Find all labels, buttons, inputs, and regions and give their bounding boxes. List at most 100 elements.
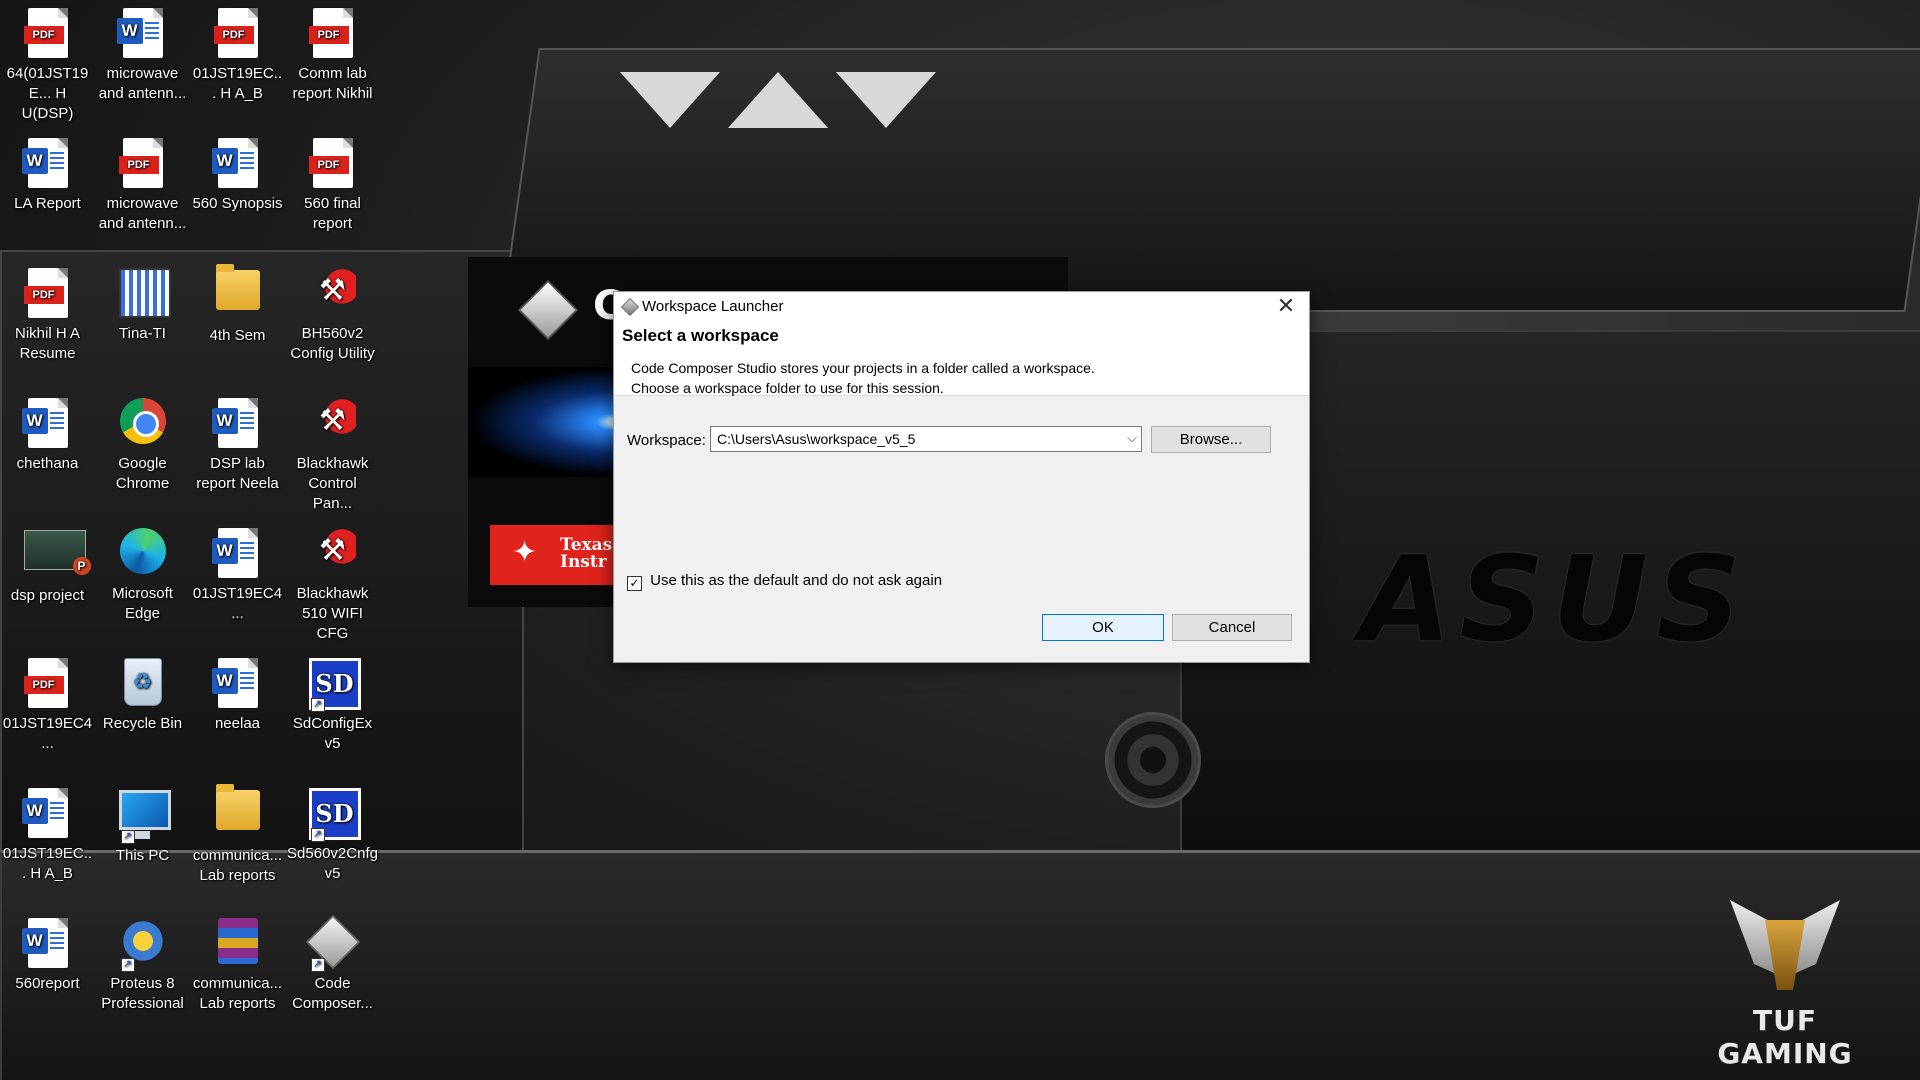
desktop-icon[interactable]: W 560report: [0, 910, 95, 994]
tuf-gaming-text: TUF GAMING: [1717, 1004, 1853, 1070]
word-icon: W: [21, 138, 72, 190]
chrome-icon: [119, 398, 167, 450]
word-icon: W: [211, 138, 262, 190]
workspace-label: Workspace:: [627, 432, 706, 449]
pdf-icon: PDF: [23, 658, 72, 710]
desktop-icon[interactable]: PDF 560 final report: [285, 130, 380, 234]
desktop-icon[interactable]: W LA Report: [0, 130, 95, 214]
tool-icon: ⚒: [309, 268, 357, 320]
desktop-icon-label: Microsoft Edge: [112, 585, 173, 622]
close-button[interactable]: ✕: [1263, 292, 1309, 322]
tuf-gaming-logo: TUF GAMING: [1700, 890, 1870, 1070]
workspace-path-value[interactable]: C:\Users\Asus\workspace_v5_5: [717, 431, 915, 447]
desktop-icon[interactable]: ↗ This PC: [95, 780, 190, 866]
header-line: Choose a workspace folder to use for thi…: [631, 380, 944, 396]
desktop-icon[interactable]: Tina-TI: [95, 260, 190, 344]
desktop-icon[interactable]: W 560 Synopsis: [190, 130, 285, 214]
desktop-icon[interactable]: Google Chrome: [95, 390, 190, 494]
desktop-icon-label: Comm lab report Nikhil: [292, 65, 373, 102]
desktop-icon-label: 01JST19EC... H A_B: [2, 845, 93, 882]
cancel-button[interactable]: Cancel: [1172, 614, 1292, 641]
desktop-icon-label: microwave and antenn...: [98, 65, 187, 102]
word-icon: W: [211, 528, 262, 580]
desktop-icon-label: Code Composer...: [292, 975, 373, 1012]
desktop-icon-label: dsp project: [10, 587, 85, 604]
desktop-icon[interactable]: ↗ Proteus 8 Professional: [95, 910, 190, 1014]
desktop-icon-label: 4th Sem: [209, 327, 266, 344]
desktop-icon[interactable]: ⚒ Blackhawk 510 WIFI CFG: [285, 520, 380, 644]
desktop-icon[interactable]: W 01JST19EC... H A_B: [0, 780, 95, 884]
desktop-icon[interactable]: PDF 01JST19EC4...: [0, 650, 95, 754]
speaker-graphic: [1105, 712, 1201, 808]
desktop-icon[interactable]: SD ↗ SdConfigEx v5: [285, 650, 380, 754]
desktop-icon[interactable]: ⚒ Blackhawk Control Pan...: [285, 390, 380, 514]
workspace-combobox[interactable]: C:\Users\Asus\workspace_v5_5 ⌵: [710, 426, 1142, 452]
header-title: Select a workspace: [622, 326, 779, 345]
desktop-icon[interactable]: 4th Sem: [190, 260, 285, 346]
desktop-icon[interactable]: PDF Nikhil H A Resume: [0, 260, 95, 364]
desktop-icon[interactable]: Microsoft Edge: [95, 520, 190, 624]
proteus-icon: ↗: [119, 918, 167, 972]
default-checkbox[interactable]: ✓: [627, 576, 642, 591]
desktop-icon[interactable]: Wneelaa: [190, 650, 285, 734]
ok-button[interactable]: OK: [1042, 614, 1164, 641]
browse-button[interactable]: Browse...: [1151, 426, 1271, 453]
desktop-icon[interactable]: PDF microwave and antenn...: [95, 130, 190, 234]
desktop-icon[interactable]: ♻ Recycle Bin: [95, 650, 190, 734]
sd-icon: SD ↗: [308, 788, 361, 842]
desktop-icon[interactable]: ↗ Code Composer...: [285, 910, 380, 1014]
desktop-icon-label: DSP lab report Neela: [196, 455, 279, 492]
desktop-icon-label: 01JST19EC4...: [2, 715, 93, 752]
desktop-icon[interactable]: communica... Lab reports: [190, 780, 285, 886]
desktop-icon-label: Blackhawk 510 WIFI CFG: [296, 585, 369, 642]
desktop-icon-label: BH560v2 Config Utility: [290, 325, 375, 362]
header-line: Code Composer Studio stores your project…: [631, 360, 1095, 376]
desktop-icon-label: SdConfigEx v5: [292, 715, 373, 752]
desktop-icon-label: communica... Lab reports: [192, 975, 283, 1012]
folder-icon: [214, 784, 262, 842]
desktop-icon-label: communica... Lab reports: [192, 847, 283, 884]
tina-icon: [118, 268, 171, 320]
desktop-icon-label: Sd560v2Cnfg v5: [287, 845, 378, 882]
word-icon: W: [21, 398, 72, 450]
desktop-icon-label: 64(01JST19E... H U(DSP): [6, 65, 89, 122]
word-icon: W: [21, 788, 72, 840]
pdf-icon: PDF: [308, 138, 357, 190]
pc-icon: ↗: [118, 790, 171, 844]
close-icon: ✕: [1276, 293, 1296, 318]
pdf-icon: PDF: [213, 8, 262, 60]
bin-icon: ♻: [119, 658, 167, 710]
cube-icon: ↗: [305, 914, 360, 972]
wallpaper-arrows: [620, 72, 936, 128]
ccs-cube-icon: [517, 279, 579, 341]
desktop-icon-label: Recycle Bin: [102, 715, 183, 732]
desktop-icon[interactable]: W 01JST19EC4...: [190, 520, 285, 624]
tool-icon: ⚒: [309, 528, 357, 580]
desktop-icon[interactable]: PDF Comm lab report Nikhil: [285, 0, 380, 104]
desktop-icon[interactable]: W DSP lab report Neela: [190, 390, 285, 494]
desktop-icon-label: This PC: [115, 847, 170, 864]
desktop-icon[interactable]: Wmicrowave and antenn...: [95, 0, 190, 104]
desktop-icon[interactable]: communica... Lab reports: [190, 910, 285, 1014]
folder-icon: [214, 264, 262, 322]
dialog-header: Select a workspace Code Composer Studio …: [614, 322, 1309, 396]
header-description: Code Composer Studio stores your project…: [631, 358, 1095, 398]
tool-icon: ⚒: [309, 398, 357, 450]
desktop-icon[interactable]: ⚒ BH560v2 Config Utility: [285, 260, 380, 364]
desktop-icon-label: Tina-TI: [119, 325, 166, 342]
word-icon: W: [211, 658, 262, 710]
desktop-icon[interactable]: PDF 64(01JST19E... H U(DSP): [0, 0, 95, 124]
default-checkbox-row[interactable]: ✓ Use this as the default and do not ask…: [627, 572, 942, 591]
desktop-icon[interactable]: SD ↗ Sd560v2Cnfg v5: [285, 780, 380, 884]
desktop-icon[interactable]: PDF 01JST19EC... H A_B: [190, 0, 285, 104]
desktop-icon[interactable]: Wchethana: [0, 390, 95, 474]
dialog-titlebar[interactable]: Workspace Launcher ✕: [614, 292, 1309, 322]
desktop-icon-label: Proteus 8 Professional: [101, 975, 184, 1012]
desktop-icon-label: microwave and antenn...: [98, 195, 187, 232]
edge-icon: [119, 528, 167, 580]
default-checkbox-label[interactable]: Use this as the default and do not ask a…: [650, 572, 942, 589]
word-icon: W: [211, 398, 262, 450]
ccs-cube-icon: [620, 297, 640, 317]
chevron-down-icon[interactable]: ⌵: [1127, 430, 1137, 446]
desktop-icon[interactable]: dsp project: [0, 520, 95, 606]
